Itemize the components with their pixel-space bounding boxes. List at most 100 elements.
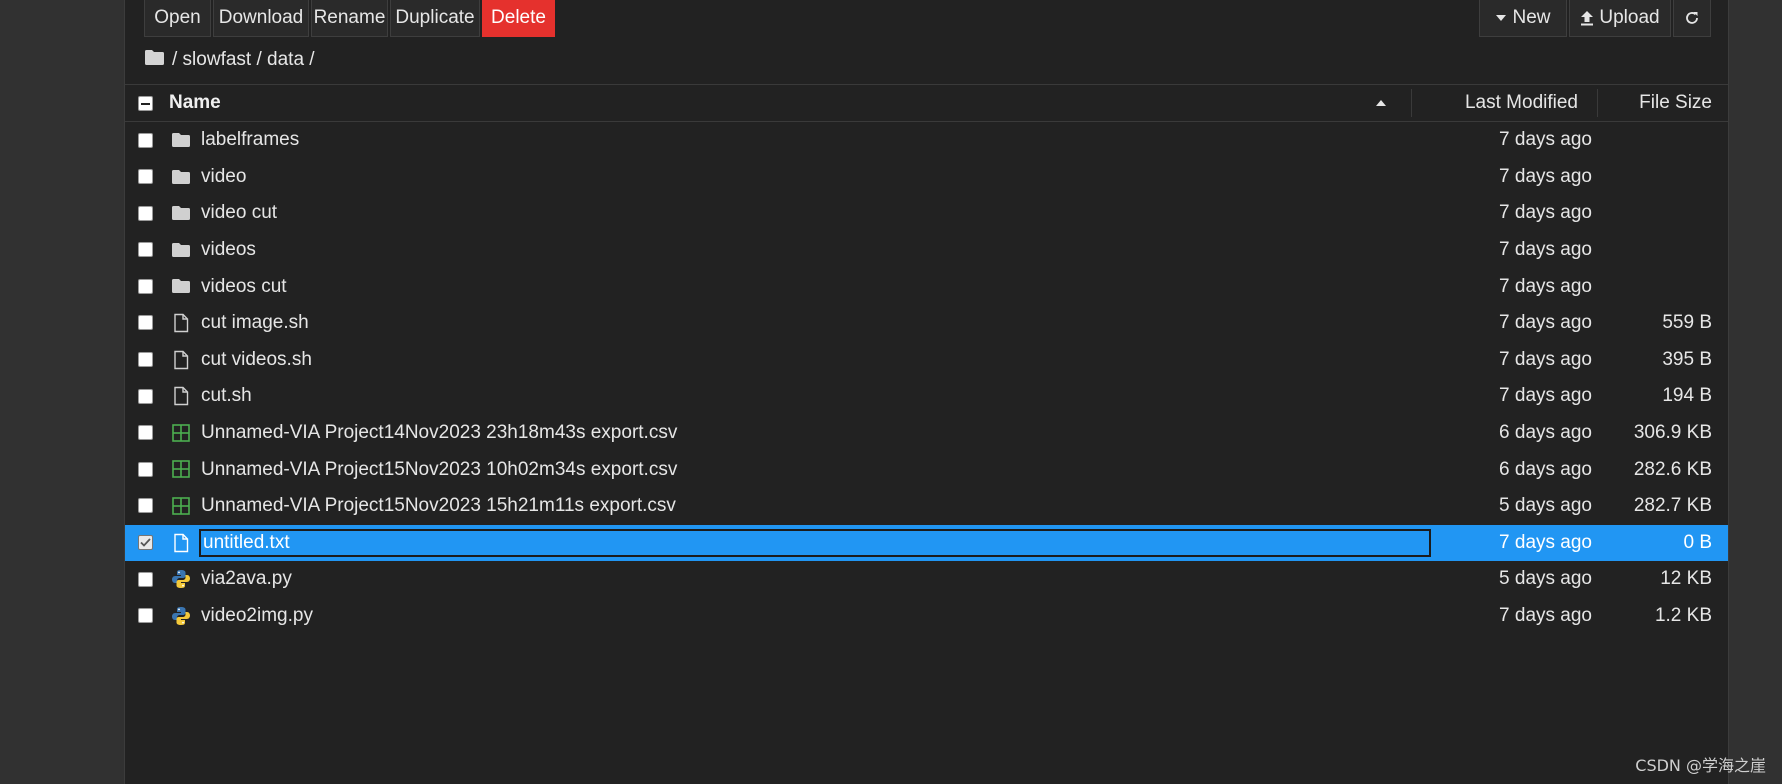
file-modified: 5 days ago bbox=[1499, 495, 1592, 517]
row-checkbox[interactable] bbox=[138, 425, 153, 441]
file-size-header-label: File Size bbox=[1639, 92, 1712, 113]
file-size: 1.2 KB bbox=[1654, 605, 1712, 627]
row-checkbox[interactable] bbox=[138, 132, 153, 148]
file-icon bbox=[171, 350, 191, 370]
folder-icon bbox=[171, 130, 191, 150]
row-checkbox[interactable] bbox=[138, 278, 153, 294]
file-row[interactable]: videos cut 7 days ago bbox=[125, 268, 1728, 305]
file-icon bbox=[171, 313, 191, 333]
file-name[interactable]: cut image.sh bbox=[201, 305, 309, 342]
file-name[interactable]: cut.sh bbox=[201, 378, 252, 415]
upload-button[interactable]: Upload bbox=[1569, 0, 1671, 37]
folder-icon[interactable] bbox=[145, 49, 164, 71]
folder-icon bbox=[171, 167, 191, 187]
file-name[interactable]: video bbox=[201, 159, 246, 196]
file-name[interactable]: video cut bbox=[201, 195, 277, 232]
file-modified: 6 days ago bbox=[1499, 422, 1592, 444]
watermark: CSDN @学海之崖 bbox=[1635, 756, 1766, 775]
row-checkbox[interactable] bbox=[138, 315, 153, 331]
file-name[interactable]: Unnamed-VIA Project15Nov2023 10h02m34s e… bbox=[201, 451, 677, 488]
row-checkbox[interactable] bbox=[138, 608, 153, 624]
file-row[interactable]: Unnamed-VIA Project14Nov2023 23h18m43s e… bbox=[125, 415, 1728, 452]
delete-button[interactable]: Delete bbox=[482, 0, 555, 37]
column-divider bbox=[1597, 89, 1598, 117]
file-row[interactable]: video2img.py 7 days ago 1.2 KB bbox=[125, 598, 1728, 635]
file-size: 194 B bbox=[1662, 385, 1712, 407]
sort-ascending-icon[interactable] bbox=[1375, 85, 1387, 121]
file-row[interactable]: Unnamed-VIA Project15Nov2023 15h21m11s e… bbox=[125, 488, 1728, 525]
folder-icon bbox=[171, 276, 191, 296]
file-list-header: Name Last Modified File Size bbox=[125, 84, 1728, 122]
file-name[interactable]: Unnamed-VIA Project14Nov2023 23h18m43s e… bbox=[201, 415, 677, 452]
row-checkbox[interactable] bbox=[138, 535, 153, 551]
file-name[interactable]: video2img.py bbox=[201, 598, 313, 635]
duplicate-button[interactable]: Duplicate bbox=[390, 0, 480, 37]
file-size: 306.9 KB bbox=[1633, 422, 1712, 444]
folder-icon bbox=[171, 203, 191, 223]
file-modified: 7 days ago bbox=[1499, 165, 1592, 187]
row-checkbox[interactable] bbox=[138, 498, 153, 514]
file-name[interactable]: videos cut bbox=[201, 268, 287, 305]
spreadsheet-icon bbox=[171, 423, 191, 443]
new-dropdown-button[interactable]: New bbox=[1479, 0, 1567, 37]
last-modified-column-header[interactable]: Last Modified bbox=[1465, 85, 1578, 121]
file-row[interactable]: 7 days ago 0 B bbox=[125, 524, 1728, 562]
column-divider bbox=[1411, 89, 1412, 117]
download-button[interactable]: Download bbox=[213, 0, 309, 37]
file-row[interactable]: cut.sh 7 days ago 194 B bbox=[125, 378, 1728, 415]
file-row[interactable]: video cut 7 days ago bbox=[125, 195, 1728, 232]
row-checkbox[interactable] bbox=[138, 242, 153, 258]
file-name[interactable]: Unnamed-VIA Project15Nov2023 15h21m11s e… bbox=[201, 488, 676, 525]
file-name[interactable]: labelframes bbox=[201, 122, 299, 159]
python-icon bbox=[171, 606, 191, 626]
rename-button[interactable]: Rename bbox=[311, 0, 388, 37]
file-size: 559 B bbox=[1662, 312, 1712, 334]
file-modified: 7 days ago bbox=[1499, 605, 1592, 627]
file-row[interactable]: Unnamed-VIA Project15Nov2023 10h02m34s e… bbox=[125, 451, 1728, 488]
file-row[interactable]: cut image.sh 7 days ago 559 B bbox=[125, 305, 1728, 342]
file-icon bbox=[171, 386, 191, 406]
new-button-label: New bbox=[1512, 7, 1551, 28]
file-name[interactable]: via2ava.py bbox=[201, 561, 292, 598]
file-list: labelframes 7 days ago video 7 days ago vide… bbox=[125, 122, 1728, 634]
breadcrumb: / slowfast / data / bbox=[145, 46, 315, 74]
file-row[interactable]: via2ava.py 5 days ago 12 KB bbox=[125, 561, 1728, 598]
folder-icon bbox=[171, 240, 191, 260]
rename-input[interactable] bbox=[199, 528, 1431, 557]
file-row[interactable]: cut videos.sh 7 days ago 395 B bbox=[125, 342, 1728, 379]
file-modified: 7 days ago bbox=[1499, 239, 1592, 261]
refresh-icon bbox=[1684, 10, 1700, 26]
breadcrumb-path[interactable]: / slowfast / data / bbox=[172, 49, 315, 71]
refresh-button[interactable] bbox=[1673, 0, 1711, 37]
file-name[interactable]: videos bbox=[201, 232, 256, 269]
file-modified: 7 days ago bbox=[1499, 348, 1592, 370]
file-modified: 7 days ago bbox=[1499, 275, 1592, 297]
file-name[interactable]: cut videos.sh bbox=[201, 342, 312, 379]
name-header-label: Name bbox=[169, 92, 221, 113]
delete-button-label: Delete bbox=[491, 7, 546, 28]
upload-button-label: Upload bbox=[1599, 7, 1660, 28]
select-all-checkbox[interactable] bbox=[138, 96, 153, 111]
download-button-label: Download bbox=[218, 7, 304, 28]
file-modified: 7 days ago bbox=[1499, 531, 1592, 553]
file-row[interactable]: video 7 days ago bbox=[125, 159, 1728, 196]
file-icon bbox=[171, 533, 191, 553]
row-checkbox[interactable] bbox=[138, 352, 153, 368]
open-button-label: Open bbox=[154, 7, 201, 28]
row-checkbox[interactable] bbox=[138, 169, 153, 185]
row-checkbox[interactable] bbox=[138, 205, 153, 221]
file-row[interactable]: videos 7 days ago bbox=[125, 232, 1728, 269]
name-column-header[interactable]: Name bbox=[169, 85, 221, 121]
file-modified: 5 days ago bbox=[1499, 568, 1592, 590]
file-row[interactable]: labelframes 7 days ago bbox=[125, 122, 1728, 159]
file-modified: 6 days ago bbox=[1499, 458, 1592, 480]
open-button[interactable]: Open bbox=[144, 0, 211, 37]
file-modified: 7 days ago bbox=[1499, 129, 1592, 151]
file-size-column-header[interactable]: File Size bbox=[1639, 85, 1712, 121]
file-modified: 7 days ago bbox=[1499, 202, 1592, 224]
row-checkbox[interactable] bbox=[138, 461, 153, 477]
row-checkbox[interactable] bbox=[138, 571, 153, 587]
row-checkbox[interactable] bbox=[138, 388, 153, 404]
spreadsheet-icon bbox=[171, 496, 191, 516]
file-modified: 7 days ago bbox=[1499, 312, 1592, 334]
